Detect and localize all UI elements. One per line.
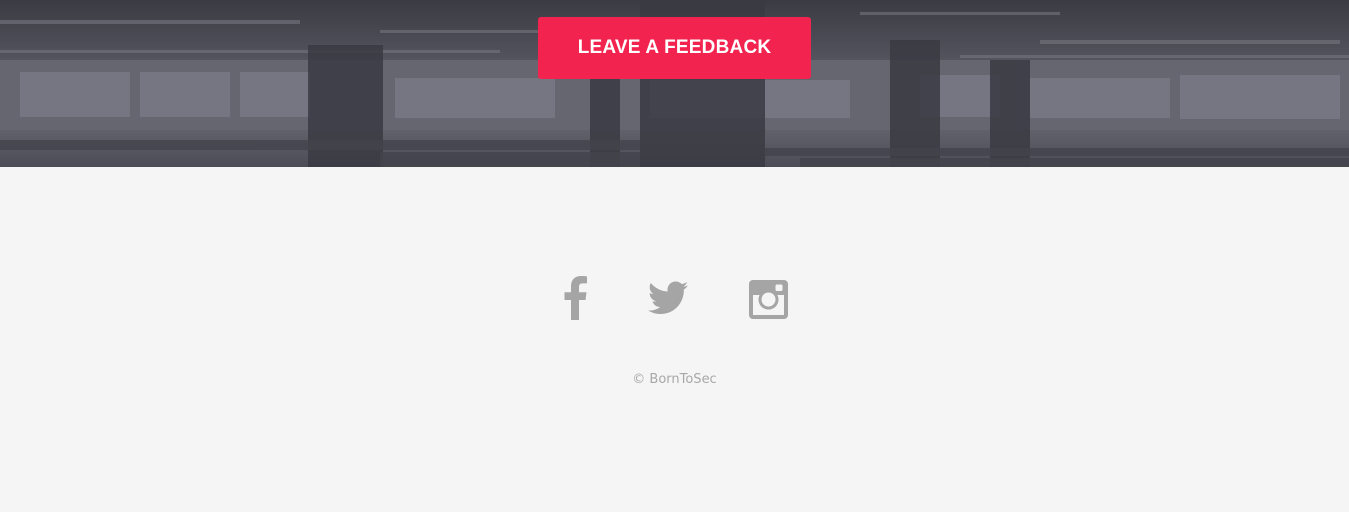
leave-feedback-button[interactable]: LEAVE A FEEDBACK: [538, 17, 811, 79]
facebook-link[interactable]: [556, 275, 594, 321]
copyright-text: © BornToSec: [632, 372, 717, 387]
instagram-link[interactable]: [746, 278, 790, 320]
footer: © BornToSec: [0, 167, 1349, 512]
hero-banner: LEAVE A FEEDBACK: [0, 0, 1349, 167]
twitter-icon: [648, 281, 688, 314]
twitter-link[interactable]: [646, 279, 690, 317]
instagram-icon: [748, 279, 788, 319]
facebook-icon: [564, 276, 587, 320]
